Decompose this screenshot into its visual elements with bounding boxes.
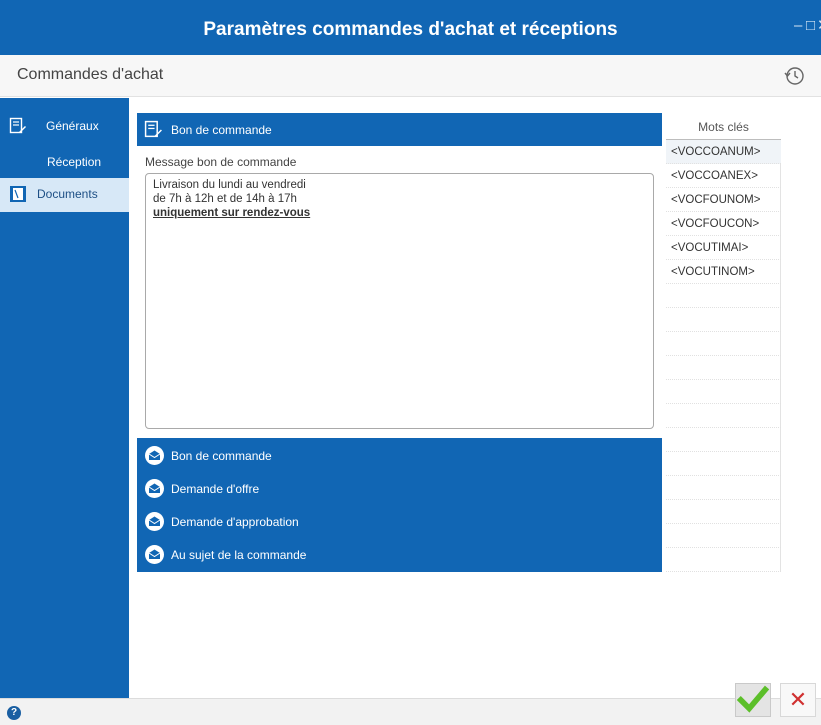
email-templates: Bon de commande Demande d'offre Demande … [137,438,662,572]
checkmark-icon [736,685,770,713]
keyword-empty-row [666,452,781,476]
edit-document-icon [144,120,162,138]
keyword-empty-row [666,284,781,308]
purchase-order-panel-header[interactable]: Bon de commande [137,113,662,146]
keywords-header: Mots clés [666,116,781,140]
sidebar-item-label: Généraux [46,119,99,133]
section-header: Commandes d'achat [0,55,821,97]
keyword-item[interactable]: <VOCCOANUM> [666,140,781,164]
template-demande-approbation[interactable]: Demande d'approbation [137,505,662,538]
message-textarea[interactable]: Livraison du lundi au vendredi de 7h à 1… [145,173,654,429]
template-label: Demande d'approbation [171,515,299,529]
edit-document-icon [9,117,26,134]
template-label: Bon de commande [171,449,272,463]
message-label: Message bon de commande [145,155,297,169]
keyword-empty-row [666,500,781,524]
keyword-empty-row [666,356,781,380]
keyword-empty-row [666,404,781,428]
minimize-button[interactable]: – [794,18,802,33]
help-icon[interactable]: ? [7,706,21,720]
maximize-button[interactable]: □ [806,18,815,33]
keyword-item[interactable]: <VOCFOUCON> [666,212,781,236]
keyword-item[interactable]: <VOCUTIMAI> [666,236,781,260]
footer-bar [0,698,821,725]
sidebar: Généraux Réception Documents [0,98,129,698]
envelope-icon [145,479,164,498]
sidebar-item-documents[interactable]: Documents [0,178,129,212]
keyword-item[interactable]: <VOCUTINOM> [666,260,781,284]
template-demande-offre[interactable]: Demande d'offre [137,472,662,505]
template-bon-de-commande[interactable]: Bon de commande [137,439,662,472]
keyword-empty-row [666,476,781,500]
title-bar: Paramètres commandes d'achat et réceptio… [0,0,821,55]
keyword-empty-row [666,308,781,332]
ok-button[interactable] [735,683,771,717]
keywords-list: <VOCCOANUM> <VOCCOANEX> <VOCFOUNOM> <VOC… [666,140,781,572]
sidebar-item-reception[interactable]: Réception [0,146,129,180]
keyword-empty-row [666,332,781,356]
keyword-empty-row [666,428,781,452]
close-button[interactable]: ✕ [817,18,821,33]
sidebar-item-label: Documents [37,187,98,201]
envelope-icon [145,545,164,564]
sidebar-item-generaux[interactable]: Généraux [0,110,129,144]
panel-header-label: Bon de commande [171,123,272,137]
message-line: uniquement sur rendez-vous [153,207,311,219]
keyword-empty-row [666,524,781,548]
template-label: Au sujet de la commande [171,548,307,562]
document-icon [10,186,26,202]
section-title: Commandes d'achat [17,66,164,83]
keyword-empty-row [666,548,781,572]
cancel-button[interactable]: ✕ [780,683,816,717]
keyword-item[interactable]: <VOCCOANEX> [666,164,781,188]
template-au-sujet[interactable]: Au sujet de la commande [137,538,662,571]
keyword-item[interactable]: <VOCFOUNOM> [666,188,781,212]
keyword-empty-row [666,380,781,404]
window-title: Paramètres commandes d'achat et réceptio… [203,19,618,40]
history-icon[interactable] [783,65,805,87]
envelope-icon [145,512,164,531]
sidebar-item-label: Réception [47,155,102,169]
template-label: Demande d'offre [171,482,260,496]
message-line: Livraison du lundi au vendredi [153,179,306,191]
envelope-icon [145,446,164,465]
message-line: de 7h à 12h et de 14h à 17h [153,193,297,205]
